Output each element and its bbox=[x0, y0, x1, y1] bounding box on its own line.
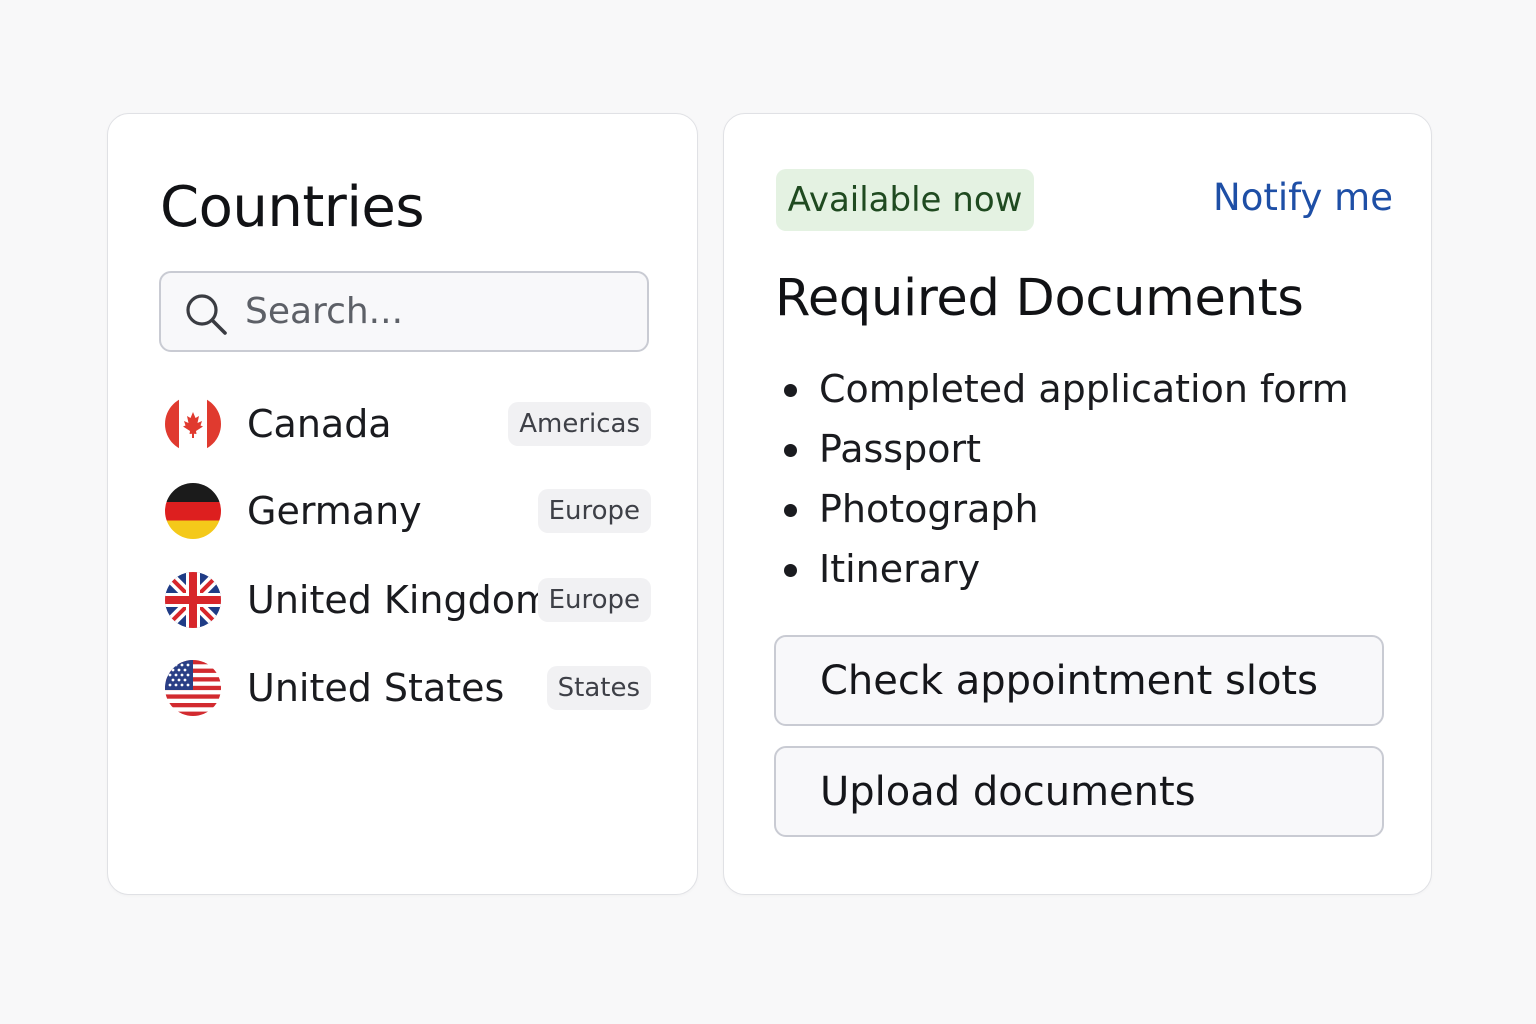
document-label: Photograph bbox=[819, 487, 1039, 531]
bullet-icon bbox=[784, 444, 797, 457]
country-item-united-states[interactable]: United States States bbox=[163, 658, 651, 718]
us-flag-icon bbox=[165, 660, 221, 716]
bullet-icon bbox=[784, 564, 797, 577]
documents-panel: Available now Notify me Required Documen… bbox=[723, 113, 1432, 895]
bullet-icon bbox=[784, 504, 797, 517]
upload-documents-button[interactable]: Upload documents bbox=[774, 746, 1384, 837]
canada-flag-icon bbox=[165, 396, 221, 452]
country-item-germany[interactable]: Germany Europe bbox=[163, 481, 651, 541]
bullet-icon bbox=[784, 384, 797, 397]
region-badge: Europe bbox=[537, 578, 651, 622]
germany-flag-icon bbox=[165, 483, 221, 539]
country-item-united-kingdom[interactable]: United Kingdom Europe bbox=[163, 570, 651, 630]
region-badge: Americas bbox=[508, 402, 651, 446]
country-name: Canada bbox=[247, 402, 392, 446]
region-badge: Europe bbox=[537, 489, 651, 533]
search-input[interactable] bbox=[245, 273, 635, 350]
status-badge: Available now bbox=[776, 169, 1034, 231]
country-item-canada[interactable]: Canada Americas bbox=[163, 394, 651, 454]
countries-title: Countries bbox=[160, 175, 425, 240]
document-label: Completed application form bbox=[819, 367, 1349, 411]
countries-panel: Countries Canada Americas bbox=[107, 113, 698, 895]
notify-me-link[interactable]: Notify me bbox=[1213, 174, 1393, 222]
country-name: United States bbox=[247, 666, 505, 710]
search-box[interactable] bbox=[159, 271, 649, 352]
region-badge: States bbox=[546, 666, 651, 710]
document-label: Passport bbox=[819, 427, 981, 471]
check-appointment-slots-button[interactable]: Check appointment slots bbox=[774, 635, 1384, 726]
documents-title: Required Documents bbox=[775, 269, 1304, 328]
uk-flag-icon bbox=[165, 572, 221, 628]
country-name: Germany bbox=[247, 489, 422, 533]
country-name: United Kingdom bbox=[247, 578, 553, 622]
search-icon bbox=[186, 294, 227, 335]
document-label: Itinerary bbox=[819, 547, 981, 591]
